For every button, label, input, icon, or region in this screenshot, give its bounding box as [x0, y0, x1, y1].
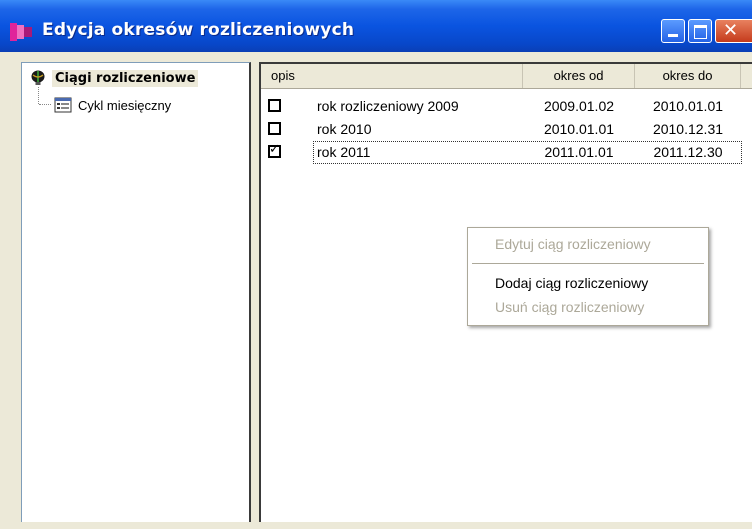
cell-okres-od: 2010.01.01 [543, 121, 615, 137]
tree-panel[interactable]: Ciągi rozliczeniowe Cykl miesięczny [21, 62, 251, 522]
row-checkbox[interactable] [268, 99, 281, 112]
tree-item-cykl-miesieczny[interactable]: Cykl miesięczny [54, 95, 171, 115]
row-checkbox[interactable]: ✓ [268, 142, 281, 158]
menu-item-dodaj[interactable]: Dodaj ciąg rozliczeniowy [495, 275, 648, 291]
title-bar[interactable]: Edycja okresów rozliczeniowych ✕ [0, 0, 752, 52]
menu-item-edytuj[interactable]: Edytuj ciąg rozliczeniowy [495, 236, 651, 252]
app-icon [10, 23, 32, 41]
close-button[interactable]: ✕ [715, 19, 752, 43]
app-window: Edycja okresów rozliczeniowych ✕ Ciągi r… [0, 0, 752, 529]
cell-opis: rok rozliczeniowy 2009 [317, 98, 459, 114]
document-list-icon [54, 97, 72, 113]
cell-okres-do: 2011.12.30 [653, 144, 723, 160]
table-row[interactable]: rok 2010 2010.01.01 2010.12.31 [261, 118, 752, 141]
menu-item-usun[interactable]: Usuń ciąg rozliczeniowy [495, 299, 644, 315]
tree-root-label: Ciągi rozliczeniowe [52, 69, 199, 87]
cell-opis: rok 2010 [317, 121, 372, 137]
row-checkbox[interactable] [268, 122, 281, 135]
tree-item-label: Cykl miesięczny [78, 97, 172, 113]
cell-okres-od: 2011.01.01 [544, 144, 614, 160]
tree-root-item[interactable]: Ciągi rozliczeniowe [30, 68, 199, 88]
cell-okres-do: 2010.01.01 [652, 98, 724, 114]
bulb-icon [31, 70, 45, 85]
cell-okres-od: 2009.01.02 [543, 98, 615, 114]
context-menu: Edytuj ciąg rozliczeniowy Dodaj ciąg roz… [467, 227, 709, 326]
column-header-okres-od[interactable]: okres od [523, 64, 635, 88]
table-row[interactable]: ✓ rok 2011 2011.01.01 2011.12.30 [261, 141, 752, 164]
column-header-opis[interactable]: opis [261, 64, 523, 88]
table-row[interactable]: rok rozliczeniowy 2009 2009.01.02 2010.0… [261, 95, 752, 118]
close-icon: ✕ [723, 20, 739, 41]
cell-opis: rok 2011 [317, 144, 371, 160]
column-header-okres-do[interactable]: okres do [635, 64, 741, 88]
window-title: Edycja okresów rozliczeniowych [42, 20, 355, 40]
cell-okres-do: 2010.12.31 [652, 121, 724, 137]
menu-separator [472, 263, 704, 264]
maximize-icon [694, 25, 707, 39]
minimize-icon [668, 34, 678, 37]
tree-connector [38, 87, 39, 104]
maximize-button[interactable] [688, 19, 712, 43]
tree-connector [39, 104, 51, 105]
grid-header: opis okres od okres do [261, 64, 752, 89]
minimize-button[interactable] [661, 19, 685, 43]
check-icon: ✓ [269, 142, 280, 157]
